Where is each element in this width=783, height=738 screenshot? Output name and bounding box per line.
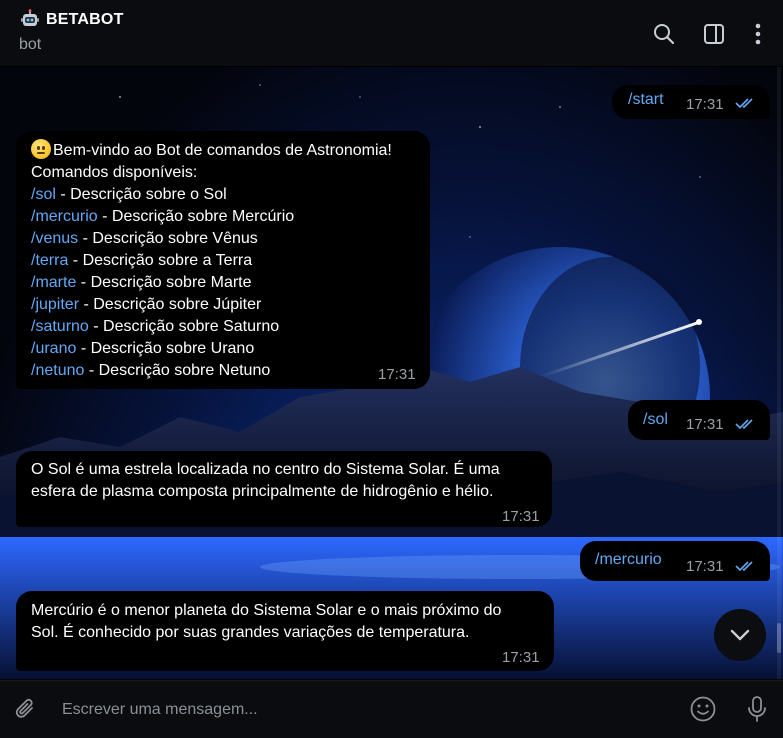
command-line: /urano - Descrição sobre Urano	[31, 340, 255, 357]
double-check-icon	[735, 561, 753, 572]
chat-title[interactable]: BETABOT	[46, 11, 124, 29]
more-vertical-icon	[755, 23, 761, 45]
message-line: Bem-vindo ao Bot de comandos de Astronom…	[31, 139, 415, 162]
robot-avatar-icon	[21, 9, 39, 26]
command-line: /sol - Descrição sobre o Sol	[31, 186, 227, 203]
message-composer	[0, 680, 783, 738]
command-line: /venus - Descrição sobre Vênus	[31, 230, 258, 247]
command-link[interactable]: /mercurio	[31, 208, 98, 225]
message-time: 17:31	[502, 508, 540, 525]
message-text[interactable]: /sol	[643, 409, 668, 431]
double-check-icon	[735, 419, 753, 430]
command-link[interactable]: /urano	[31, 340, 76, 357]
command-line: /marte - Descrição sobre Marte	[31, 274, 252, 291]
attach-button[interactable]	[10, 693, 42, 725]
search-button[interactable]	[650, 20, 678, 48]
outgoing-message[interactable]: /mercurio 17:31	[580, 541, 770, 581]
incoming-message: Mercúrio é o menor planeta do Sistema So…	[16, 591, 554, 671]
command-link[interactable]: /terra	[31, 252, 68, 269]
side-panel-icon	[704, 24, 724, 44]
voice-message-button[interactable]	[741, 693, 773, 725]
command-link[interactable]: /jupiter	[31, 296, 79, 313]
command-link[interactable]: /marte	[31, 274, 76, 291]
message-line: O Sol é uma estrela localizada no centro…	[31, 461, 500, 478]
search-icon	[654, 24, 675, 45]
incoming-message: O Sol é uma estrela localizada no centro…	[16, 451, 552, 527]
command-line: /terra - Descrição sobre a Terra	[31, 252, 253, 269]
message-text[interactable]: /mercurio	[595, 549, 662, 571]
emoji-button[interactable]	[687, 693, 719, 725]
double-check-icon	[735, 98, 753, 109]
message-time: 17:31	[686, 416, 724, 433]
side-panel-button[interactable]	[700, 20, 728, 48]
message-line: esfera de plasma composta principalmente…	[31, 483, 494, 500]
message-text[interactable]: /start	[628, 89, 664, 111]
outgoing-message[interactable]: /sol 17:31	[628, 400, 770, 440]
message-time: 17:31	[686, 96, 724, 113]
message-line: Sol. É conhecido por suas grandes variaç…	[31, 624, 470, 641]
chat-subtitle: bot	[19, 36, 42, 53]
incoming-message: Bem-vindo ao Bot de comandos de Astronom…	[16, 131, 430, 389]
microphone-icon	[748, 696, 766, 722]
message-time: 17:31	[686, 558, 724, 575]
outgoing-message[interactable]: /start 17:31	[612, 85, 770, 119]
message-input[interactable]	[60, 693, 674, 727]
message-line: Mercúrio é o menor planeta do Sistema So…	[31, 602, 502, 619]
chat-header: BETABOT bot	[0, 0, 783, 67]
command-line: /saturno - Descrição sobre Saturno	[31, 318, 280, 335]
message-line: Comandos disponíveis:	[31, 164, 198, 181]
paperclip-icon	[15, 698, 33, 718]
more-options-button[interactable]	[744, 20, 772, 48]
command-line: /mercurio - Descrição sobre Mercúrio	[31, 208, 295, 225]
message-time: 17:31	[378, 366, 416, 383]
command-link[interactable]: /netuno	[31, 362, 84, 379]
chevron-down-icon	[730, 629, 750, 641]
neutral-face-emoji	[31, 139, 51, 159]
command-link[interactable]: /saturno	[31, 318, 89, 335]
command-line: /jupiter - Descrição sobre Júpiter	[31, 296, 262, 313]
smiley-icon	[690, 696, 716, 722]
command-link[interactable]: /venus	[31, 230, 78, 247]
message-time: 17:31	[502, 649, 540, 666]
command-link[interactable]: /sol	[31, 186, 56, 203]
scrollbar-thumb[interactable]	[777, 623, 781, 653]
scroll-to-bottom-button[interactable]	[714, 609, 766, 661]
command-line: /netuno - Descrição sobre Netuno	[31, 362, 271, 379]
chat-area[interactable]: /start 17:31 Bem-vindo ao Bot de comando…	[0, 67, 783, 679]
scrollbar-track[interactable]	[777, 67, 781, 679]
